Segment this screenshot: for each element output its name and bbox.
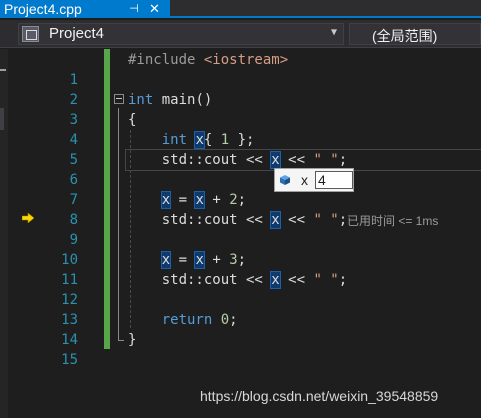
code-line-13[interactable]: 13 <box>0 290 481 328</box>
code-line-14[interactable]: 14 return 0; <box>0 310 481 348</box>
variable-x[interactable]: x <box>194 251 205 269</box>
code-line-15[interactable]: 15 } <box>0 330 481 368</box>
variable-x[interactable]: x <box>160 191 172 209</box>
code-line-1[interactable]: 1 #include <iostream> <box>0 50 481 88</box>
code-line-4[interactable]: 4 { <box>0 110 481 148</box>
code-line-10[interactable]: 10 <box>0 230 481 268</box>
variable-icon <box>280 175 290 185</box>
number-literal: 0 <box>220 312 230 328</box>
scope-dropdown[interactable]: (全局范围) <box>349 23 481 45</box>
code-line-9[interactable]: 9 std::cout << x << " "; 已用时间 <= 1ms <box>0 210 481 248</box>
project-dropdown[interactable]: Project4 ▼ <box>18 23 344 45</box>
number-literal: 2 <box>229 192 238 208</box>
project-icon <box>22 26 39 42</box>
tab-title: Project4.cpp <box>4 1 82 17</box>
perf-tip[interactable]: 已用时间 <= 1ms <box>347 211 438 231</box>
datatip[interactable]: x 4 <box>274 168 354 192</box>
code-line-2[interactable]: 2 <box>0 70 481 108</box>
project-label: Project4 <box>49 25 105 42</box>
string-literal: " " <box>313 152 339 168</box>
pin-icon[interactable]: ⊣ <box>128 0 140 18</box>
line-number: 15 <box>61 352 78 368</box>
number-literal: 1 <box>220 132 230 148</box>
code-line-5[interactable]: 5 int x{ 1 }; <box>0 130 481 168</box>
code-line-3[interactable]: 3 int main() <box>0 90 481 128</box>
code-line-11[interactable]: 11 x = x + 3; <box>0 250 481 288</box>
document-tab-strip: Project4.cpp ⊣ ✕ <box>0 0 481 18</box>
number-literal: 3 <box>229 252 238 268</box>
variable-x[interactable]: x <box>160 251 172 269</box>
variable-x[interactable]: x <box>194 131 205 149</box>
variable-x[interactable]: x <box>270 211 281 229</box>
include-header: <iostream> <box>203 52 289 68</box>
variable-x[interactable]: x <box>194 191 205 209</box>
datatip-value-field[interactable]: 4 <box>315 171 353 189</box>
keyword: int <box>161 132 188 148</box>
close-brace: } <box>128 332 137 348</box>
function-signature: main() <box>153 92 213 108</box>
watermark-url: https://blog.csdn.net/weixin_39548859 <box>200 388 439 404</box>
code-line-7[interactable]: 7 <box>0 170 481 208</box>
string-literal: " " <box>313 212 339 228</box>
scope-label: (全局范围) <box>372 28 438 44</box>
preprocessor-directive: #include <box>128 52 204 68</box>
tab-project4-cpp[interactable]: Project4.cpp ⊣ ✕ <box>0 0 170 18</box>
datatip-variable-name: x <box>301 172 308 188</box>
navigation-bar: Project4 ▼ (全局范围) <box>0 20 481 48</box>
chevron-down-icon[interactable]: ▼ <box>331 27 337 38</box>
close-icon[interactable]: ✕ <box>149 0 160 18</box>
code-line-8[interactable]: 8 x = x + 2; <box>0 190 481 228</box>
keyword: int <box>128 92 154 108</box>
variable-x[interactable]: x <box>270 271 281 289</box>
open-brace: { <box>128 112 137 128</box>
keyword: return <box>161 312 213 328</box>
code-line-6[interactable]: 6 std::cout << x << " "; <box>0 149 481 188</box>
code-line-12[interactable]: 12 std::cout << x << " "; <box>0 270 481 308</box>
string-literal: " " <box>313 272 339 288</box>
variable-x[interactable]: x <box>270 151 281 169</box>
